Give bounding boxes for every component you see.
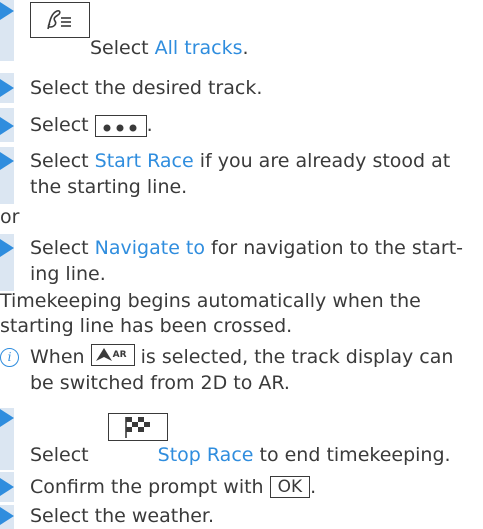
step-arrow-icon [0, 79, 14, 97]
step-3-text: Select . [30, 112, 153, 138]
ar-badge-label: AR [112, 350, 127, 360]
step-7-text: Confirm the prompt with OK. [30, 474, 316, 500]
step-1-prefix: Select [90, 37, 155, 59]
step-4-line-2: the starting line. [30, 176, 188, 198]
navigate-to-link[interactable]: Navigate to [95, 237, 205, 259]
info-note-line-2: be switched from 2D to AR. [30, 372, 290, 394]
info-suffix: is selected, the track display can [134, 346, 454, 368]
checkered-flag-icon[interactable] [108, 413, 168, 441]
step-3-prefix: Select [30, 114, 95, 136]
step-4-line-1: Select Start Race if you are already sto… [30, 148, 450, 174]
start-race-link[interactable]: Start Race [95, 150, 194, 172]
all-tracks-link[interactable]: All tracks [155, 37, 243, 59]
step-2-text: Select the desired track. [30, 77, 263, 99]
more-dots-icon[interactable] [94, 115, 147, 137]
step-7-suffix: . [310, 476, 317, 498]
step-5-line-1: Select Navigate to for navigation to the… [30, 235, 463, 261]
track-list-icon [30, 2, 90, 38]
step-arrow-icon [0, 152, 14, 170]
info-prefix: When [30, 346, 91, 368]
step-1-suffix: . [242, 37, 249, 59]
step-arrow-icon [0, 239, 14, 257]
or-separator: or [0, 206, 20, 228]
step-6-prefix: Select [30, 444, 95, 466]
step-arrow-icon [0, 478, 14, 496]
info-note-line-1: When AR is selected, the track display c… [30, 344, 453, 370]
step-7-prefix: Confirm the prompt with [30, 476, 270, 498]
stop-race-link[interactable]: Stop Race [158, 444, 254, 466]
step-arrow-icon [0, 117, 14, 135]
step-arrow-icon [0, 2, 14, 20]
ar-navigation-icon[interactable]: AR [90, 344, 135, 366]
step-8-text: Select the weather. [30, 505, 215, 527]
step-1-text: Select All tracks. [90, 35, 249, 61]
timekeeping-note-line-1: Timekeeping begins automatically when th… [0, 290, 421, 312]
step-5-prefix: Select [30, 237, 95, 259]
step-6-suffix: to end timekeeping. [253, 444, 451, 466]
step-arrow-icon [0, 507, 14, 525]
step-6-text: Select Stop Race to end timekeeping. [30, 442, 451, 468]
timekeeping-note-line-2: starting line has been crossed. [0, 315, 293, 337]
step-arrow-icon [0, 409, 14, 427]
step-5-line-2: ing line. [30, 263, 106, 285]
instruction-page: Select All tracks. Select the desired tr… [0, 0, 483, 529]
step-4-prefix: Select [30, 150, 95, 172]
ok-button[interactable]: OK [269, 476, 311, 498]
step-4-suffix: if you are already stood at [193, 150, 451, 172]
step-3-suffix: . [146, 114, 153, 136]
info-icon: i [0, 348, 19, 367]
step-5-suffix: for navigation to the start- [205, 237, 463, 259]
